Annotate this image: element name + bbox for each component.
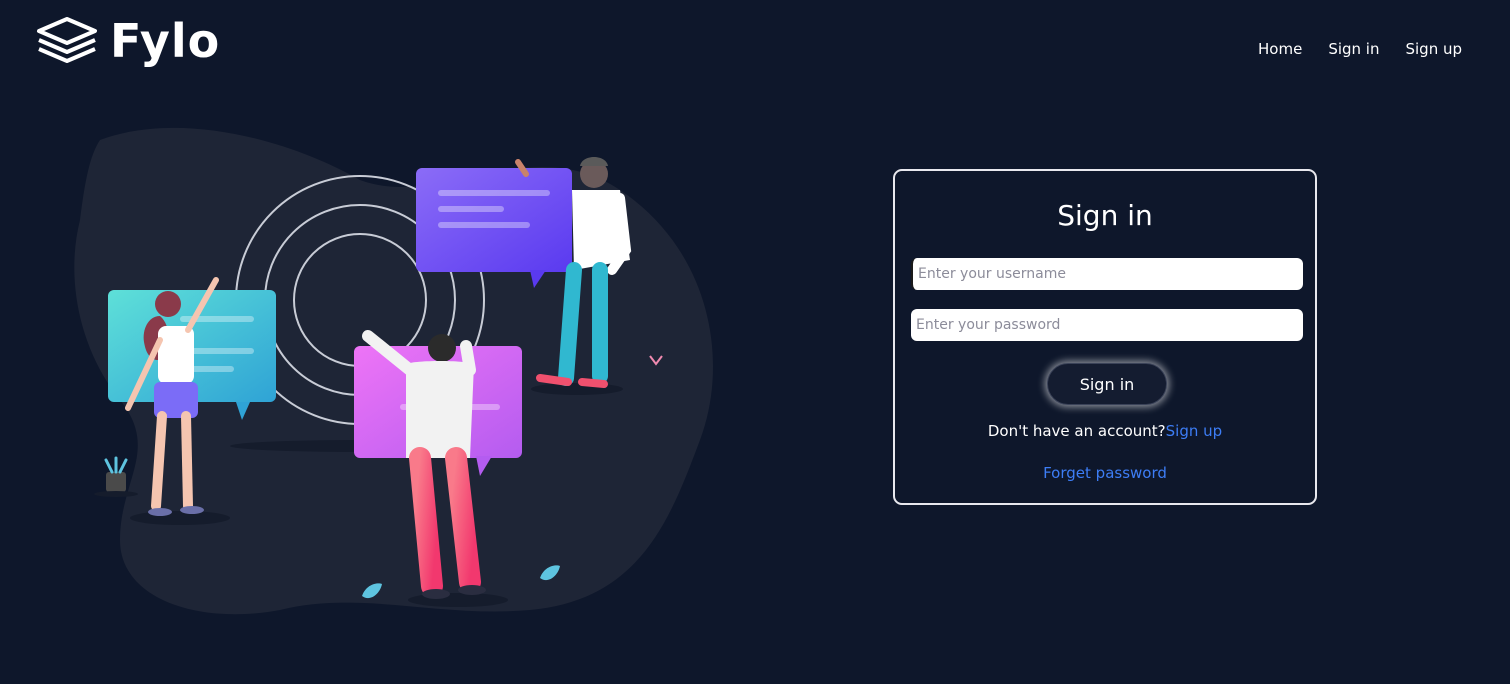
brand-logo[interactable]: Fylo (36, 14, 220, 68)
forgot-password-row: Forget password (895, 464, 1315, 482)
brand-name: Fylo (110, 14, 221, 68)
username-input[interactable] (911, 258, 1303, 290)
password-input[interactable] (911, 309, 1303, 341)
nav-signup-link[interactable]: Sign up (1405, 40, 1462, 58)
signup-link[interactable]: Sign up (1166, 422, 1223, 440)
purple-message-card (416, 168, 572, 272)
stacked-layers-icon (37, 17, 97, 63)
page: Fylo Home Sign in Sign up Sign in Enter … (0, 0, 1510, 684)
nav-home-link[interactable]: Home (1258, 40, 1302, 58)
top-nav: Home Sign in Sign up (1258, 40, 1462, 58)
signup-prompt: Don't have an account?Sign up (895, 422, 1315, 440)
nav-signin-link[interactable]: Sign in (1328, 40, 1379, 58)
signin-button[interactable]: Sign in (1047, 363, 1167, 405)
hero-illustration (74, 127, 714, 615)
forgot-password-link[interactable]: Forget password (1043, 464, 1167, 482)
signin-card: Sign in Sign in Don't have an account?Si… (893, 169, 1317, 505)
signin-title: Sign in (1057, 199, 1153, 232)
no-account-text: Don't have an account? (987, 422, 1166, 440)
